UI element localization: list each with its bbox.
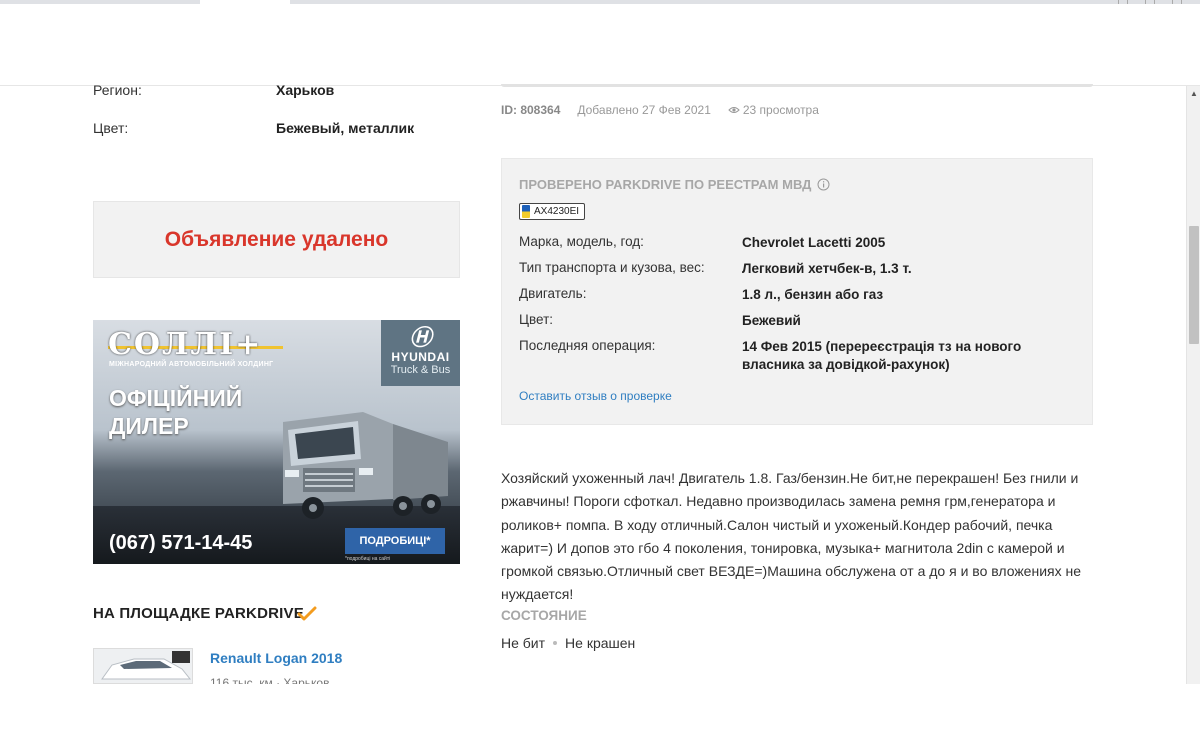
site-header	[0, 4, 1200, 86]
eye-icon	[728, 107, 740, 113]
page-root: Регион: Харьков Цвет: Бежевый, металлик …	[0, 0, 1200, 750]
condition-item-not-painted: Не крашен	[565, 635, 636, 651]
registry-check-title: ПРОВЕРЕНО PARKDRIVE ПО РЕЕСТРАМ МВД	[519, 177, 830, 192]
listing-meta: 116 тыс. км · Харьков	[210, 676, 330, 684]
ad-phone: (067) 571-14-45	[109, 532, 253, 554]
listing-description: Хозяйский ухоженный лач! Двигатель 1.8. …	[501, 470, 1082, 603]
page-scrollbar[interactable]: ▲	[1186, 86, 1200, 684]
listing-id: ID: 808364	[501, 103, 561, 117]
check-value-make: Chevrolet Lacetti 2005	[742, 235, 886, 250]
spec-value-color: Бежевый, металлик	[276, 120, 415, 136]
listing-meta-row: ID: 808364 Добавлено 27 Фев 2021 23 прос…	[501, 103, 819, 117]
ad-brand-sub: Truck & Bus	[390, 364, 451, 376]
car-photo-icon	[94, 649, 192, 683]
scroll-up-arrow-icon[interactable]: ▲	[1187, 88, 1200, 100]
condition-separator	[553, 641, 558, 645]
listing-thumbnail[interactable]	[93, 648, 193, 684]
check-feedback-link[interactable]: Оставить отзыв о проверке	[519, 389, 672, 403]
info-icon[interactable]	[817, 178, 830, 191]
ad-dealer-logo: СОЛЛІ+	[108, 327, 263, 362]
listing-meta-clip: 116 тыс. км · Харьков	[210, 675, 410, 684]
condition-list: Не бит Не крашен	[501, 635, 635, 651]
deleted-notice-text: Объявление удалено	[164, 227, 389, 251]
ad-details-button[interactable]: ПОДРОБИЦІ*	[345, 528, 445, 554]
registry-check-title-text: ПРОВЕРЕНО PARKDRIVE ПО РЕЕСТРАМ МВД	[519, 177, 812, 192]
check-label-type: Тип транспорта и кузова, вес:	[519, 260, 705, 275]
hyundai-logo-icon: Ⓗ	[409, 325, 432, 350]
spec-label-color: Цвет:	[93, 120, 129, 136]
ukraine-flag-icon	[522, 205, 530, 218]
photo-gallery-edge	[501, 84, 1093, 87]
license-plate: AX4230EI	[519, 203, 586, 220]
check-value-last-operation: 14 Фев 2015 (перереєстрація тз на нового…	[742, 339, 1022, 372]
ad-tagline: МІЖНАРОДНИЙ АВТОМОБІЛЬНИЙ ХОЛДИНГ	[109, 361, 274, 368]
registry-check-panel: ПРОВЕРЕНО PARKDRIVE ПО РЕЕСТРАМ МВД AX42…	[501, 158, 1093, 425]
license-plate-number: AX4230EI	[534, 206, 580, 217]
platform-section-title: НА ПЛОЩАДКЕ PARKDRIVE	[93, 605, 304, 622]
ad-hyundai-badge: Ⓗ HYUNDAI Truck & Bus	[381, 320, 460, 386]
check-value-color: Бежевий	[742, 313, 801, 328]
dealer-ad-banner[interactable]: СОЛЛІ+ МІЖНАРОДНИЙ АВТОМОБІЛЬНИЙ ХОЛДИНГ…	[93, 320, 460, 564]
deleted-notice-box: Объявление удалено	[93, 201, 460, 278]
ad-footnote: *подробиці на сайті	[345, 556, 391, 562]
page-bottom-area	[0, 684, 1200, 750]
checkmark-icon	[297, 606, 317, 621]
spec-value-region: Харьков	[276, 82, 335, 98]
condition-title: СОСТОЯНИЕ	[501, 608, 587, 623]
check-label-last-operation: Последняя операция:	[519, 338, 656, 353]
check-label-engine: Двигатель:	[519, 286, 587, 301]
check-label-color: Цвет:	[519, 312, 554, 327]
listing-views: 23 просмотра	[742, 103, 819, 117]
listing-added-date: Добавлено 27 Фев 2021	[577, 103, 711, 117]
listing-title-link[interactable]: Renault Logan 2018	[210, 650, 342, 666]
ad-brand-name: HYUNDAI	[391, 350, 450, 364]
check-label-make: Марка, модель, год:	[519, 234, 644, 249]
scrollbar-thumb[interactable]	[1189, 226, 1199, 344]
condition-item-not-damaged: Не бит	[501, 635, 546, 651]
check-value-engine: 1.8 л., бензин або газ	[742, 287, 884, 302]
truck-illustration-icon	[283, 412, 448, 519]
spec-label-region: Регион:	[93, 82, 142, 98]
check-value-type: Легковий хетчбек-в, 1.3 т.	[742, 261, 912, 276]
